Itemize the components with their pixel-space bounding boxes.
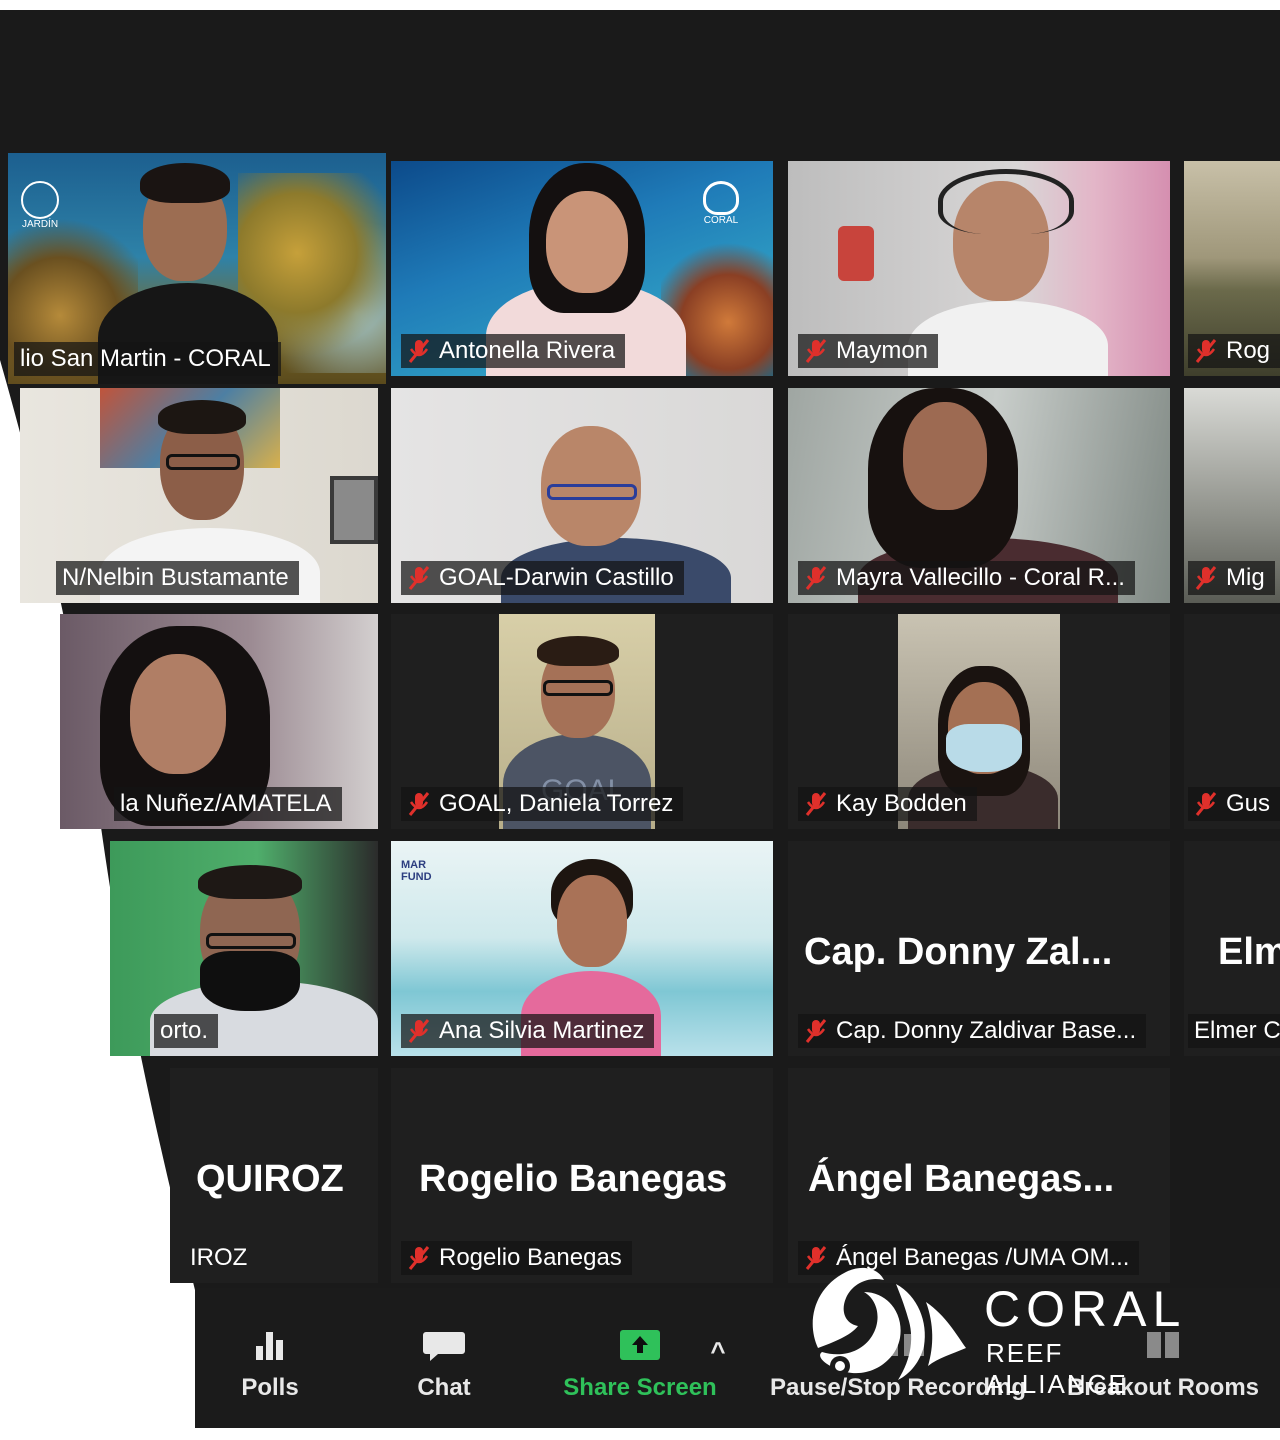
- participant-name: la Nuñez/AMATELA: [120, 790, 332, 817]
- video-tile[interactable]: la Nuñez/AMATELA: [60, 614, 378, 829]
- mar-fund-logo-text: MAR FUND: [401, 859, 432, 883]
- participant-name: IROZ: [190, 1244, 248, 1271]
- logo-wordmark: CORAL: [984, 1281, 1187, 1337]
- participant-name: orto.: [160, 1017, 209, 1044]
- participant-name: Maymon: [836, 337, 929, 364]
- video-tile[interactable]: MAR FUND Ana Silvia Martinez: [391, 841, 773, 1056]
- participant-name: Ana Silvia Martinez: [439, 1017, 645, 1044]
- video-tile[interactable]: Mayra Vallecillo - Coral R...: [788, 388, 1170, 603]
- microphone-muted-icon: [805, 566, 827, 590]
- video-tile[interactable]: N/Nelbin Bustamante: [20, 388, 378, 603]
- video-tile[interactable]: Ángel Banegas... Ángel Banegas /UMA OM..…: [788, 1068, 1170, 1283]
- participant-nameplate: Elmer C: [1188, 1014, 1280, 1048]
- participant-nameplate: Kay Bodden: [798, 787, 977, 821]
- participant-name: Mig: [1226, 564, 1265, 591]
- participant-nameplate: Ana Silvia Martinez: [401, 1014, 655, 1048]
- coral-fish-logo-icon: [812, 1267, 966, 1380]
- room-shelf: [838, 226, 874, 281]
- jardin-logo: JARDÍN: [18, 181, 62, 239]
- participant-display-name: Rogelio Banegas: [419, 1158, 728, 1200]
- coral-logo-small-text: CORAL: [703, 215, 739, 226]
- video-tile[interactable]: JARDÍN lio San Martin - CORAL: [8, 153, 386, 384]
- participant-nameplate: Rog: [1188, 334, 1280, 368]
- participant-name: Kay Bodden: [836, 790, 967, 817]
- video-tile[interactable]: GOAL-Darwin Castillo: [391, 388, 773, 603]
- participant-name: Elmer C: [1194, 1017, 1280, 1044]
- video-tile[interactable]: Elm Elmer C: [1184, 841, 1280, 1056]
- speech-bubble-icon: [423, 1332, 465, 1361]
- bar-chart-icon: [256, 1332, 283, 1360]
- participant-nameplate: IROZ: [184, 1241, 257, 1275]
- logo-subtitle: REEF ALLIANCE: [986, 1338, 1128, 1399]
- participant-display-name: Elm: [1218, 931, 1280, 973]
- video-tile[interactable]: Rogelio Banegas Rogelio Banegas: [391, 1068, 773, 1283]
- participant-nameplate: N/Nelbin Bustamante: [56, 561, 299, 595]
- polls-label: Polls: [241, 1374, 299, 1401]
- participant-display-name: QUIROZ: [196, 1158, 344, 1200]
- video-tile[interactable]: Maymon: [788, 161, 1170, 376]
- share-screen-arrow-icon: [620, 1330, 660, 1360]
- participant-name: Gus: [1226, 790, 1271, 817]
- participant-display-name: Ángel Banegas...: [808, 1158, 1115, 1200]
- participant-nameplate: orto.: [154, 1014, 219, 1048]
- participant-name: lio San Martin - CORAL: [20, 345, 271, 372]
- microphone-muted-icon: [805, 792, 827, 816]
- participant-name: Antonella Rivera: [439, 337, 616, 364]
- microphone-muted-icon: [408, 1019, 430, 1043]
- microphone-muted-icon: [408, 1246, 430, 1270]
- video-tile[interactable]: Gus: [1184, 614, 1280, 829]
- coral-reef-alliance-logo: CORAL REEF ALLIANCE: [800, 1262, 1210, 1399]
- participant-name: Mayra Vallecillo - Coral R...: [836, 564, 1125, 591]
- video-tile[interactable]: Kay Bodden: [788, 614, 1170, 829]
- participant-name: N/Nelbin Bustamante: [62, 564, 289, 591]
- participant-nameplate: Gus: [1188, 787, 1280, 821]
- coral-logo-small: CORAL: [703, 181, 739, 226]
- video-tile[interactable]: Mig: [1184, 388, 1280, 603]
- polls-button[interactable]: Polls: [235, 1328, 305, 1402]
- video-tile[interactable]: orto.: [110, 841, 378, 1056]
- participant-nameplate: Mig: [1188, 561, 1275, 595]
- microphone-muted-icon: [1195, 339, 1217, 363]
- participant-nameplate: la Nuñez/AMATELA: [114, 787, 342, 821]
- share-options-caret[interactable]: ^: [707, 1336, 729, 1367]
- video-tile[interactable]: CORAL Antonella Rivera: [391, 161, 773, 376]
- microphone-muted-icon: [408, 792, 430, 816]
- participant-nameplate: GOAL, Daniela Torrez: [401, 787, 684, 821]
- microphone-muted-icon: [805, 339, 827, 363]
- video-tile[interactable]: QUIROZ IROZ: [170, 1068, 378, 1283]
- meeting-window: JARDÍN lio San Martin - CORAL CORAL Anto…: [0, 0, 1280, 1440]
- microphone-muted-icon: [1195, 566, 1217, 590]
- participant-display-name: Cap. Donny Zal...: [804, 931, 1113, 973]
- microphone-muted-icon: [408, 566, 430, 590]
- participant-nameplate: Rogelio Banegas: [401, 1241, 632, 1275]
- participant-name: GOAL, Daniela Torrez: [439, 790, 674, 817]
- participant-nameplate: Maymon: [798, 334, 939, 368]
- mar-fund-logo: MAR FUND: [401, 859, 445, 883]
- participant-name: Rog: [1226, 337, 1271, 364]
- share-screen-button[interactable]: Share Screen: [557, 1328, 723, 1402]
- jardin-logo-text: JARDÍN: [21, 219, 59, 230]
- share-screen-label: Share Screen: [563, 1374, 717, 1401]
- participant-name: Rogelio Banegas: [439, 1244, 622, 1271]
- participant-nameplate: lio San Martin - CORAL: [14, 342, 281, 376]
- microphone-muted-icon: [805, 1019, 827, 1043]
- chat-label: Chat: [417, 1374, 471, 1401]
- participant-name: Cap. Donny Zaldivar Base...: [836, 1017, 1137, 1044]
- microphone-muted-icon: [408, 339, 430, 363]
- chat-button[interactable]: Chat: [409, 1328, 479, 1402]
- participant-name: GOAL-Darwin Castillo: [439, 564, 674, 591]
- wall-frame: [330, 476, 378, 544]
- participant-nameplate: Cap. Donny Zaldivar Base...: [798, 1014, 1147, 1048]
- video-tile[interactable]: Rog: [1184, 161, 1280, 376]
- video-tile[interactable]: GOAL GOAL, Daniela Torrez: [391, 614, 773, 829]
- top-margin: [0, 0, 1280, 10]
- participant-nameplate: Antonella Rivera: [401, 334, 626, 368]
- microphone-muted-icon: [1195, 792, 1217, 816]
- caret-label: ^: [710, 1336, 726, 1366]
- video-tile[interactable]: Cap. Donny Zal... Cap. Donny Zaldivar Ba…: [788, 841, 1170, 1056]
- participant-nameplate: GOAL-Darwin Castillo: [401, 561, 684, 595]
- participant-nameplate: Mayra Vallecillo - Coral R...: [798, 561, 1135, 595]
